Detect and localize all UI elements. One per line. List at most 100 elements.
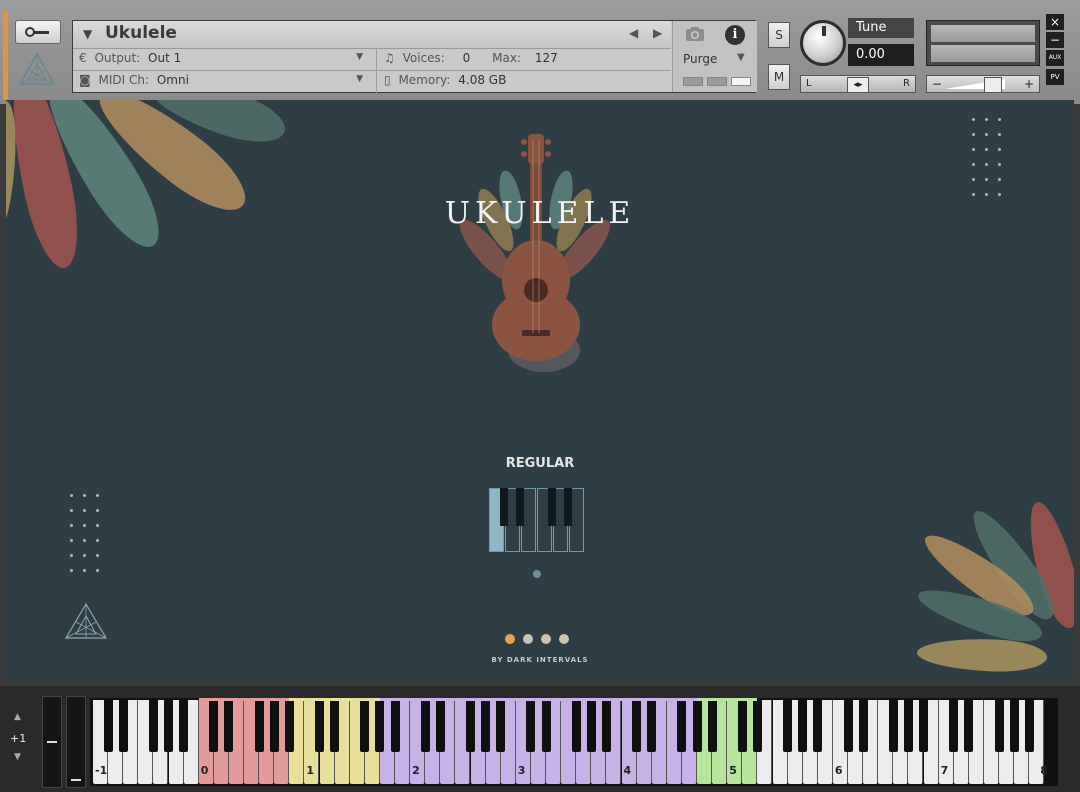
octave-label: 5 xyxy=(729,764,737,777)
black-key[interactable] xyxy=(888,700,898,752)
black-key[interactable] xyxy=(752,700,762,752)
black-key[interactable] xyxy=(843,700,853,752)
midi-channel-selector[interactable]: ◙ MIDI Ch: Omni ▼ xyxy=(79,73,369,93)
black-key[interactable] xyxy=(496,700,506,752)
mod-wheel[interactable] xyxy=(66,696,86,788)
page-dot-active[interactable] xyxy=(505,634,515,644)
black-key[interactable] xyxy=(284,700,294,752)
black-key[interactable] xyxy=(435,700,445,752)
black-key[interactable] xyxy=(707,700,717,752)
pan-handle[interactable]: ◂▸ xyxy=(847,77,869,93)
close-button[interactable]: × xyxy=(1046,14,1064,30)
decor-petal xyxy=(916,636,1048,674)
aux-button[interactable]: AUX xyxy=(1046,50,1064,66)
articulation-selector[interactable] xyxy=(489,488,585,554)
solo-button[interactable]: S xyxy=(768,22,790,48)
instrument-name[interactable]: Ukulele xyxy=(105,23,177,43)
black-key[interactable] xyxy=(148,700,158,752)
black-key[interactable] xyxy=(737,700,747,752)
black-key[interactable] xyxy=(315,700,324,752)
purge-indicator xyxy=(731,77,751,86)
instrument-info-panel: ▼ Ukulele ◀ ▶ € Output: Out 1 ▼ ◙ MIDI C… xyxy=(72,20,757,93)
volume-slider[interactable]: − + xyxy=(926,75,1040,93)
black-key[interactable] xyxy=(390,700,400,752)
page-dot[interactable] xyxy=(559,634,569,644)
max-voices-value[interactable]: 127 xyxy=(535,51,558,65)
purge-button[interactable]: Purge xyxy=(683,52,717,66)
black-key[interactable] xyxy=(994,700,1004,752)
black-key[interactable] xyxy=(481,700,491,752)
memory-row: ▯ Memory: 4.08 GB xyxy=(384,73,507,87)
minimize-button[interactable]: − xyxy=(1046,32,1064,48)
pan-slider[interactable]: L ◂▸ R xyxy=(800,75,916,93)
black-key[interactable] xyxy=(1009,700,1019,752)
chevron-down-icon[interactable]: ▼ xyxy=(737,52,745,63)
page-dot[interactable] xyxy=(523,634,533,644)
black-key[interactable] xyxy=(541,700,551,752)
black-key[interactable] xyxy=(858,700,868,752)
black-key[interactable] xyxy=(798,700,808,752)
black-key[interactable] xyxy=(949,700,959,752)
selection-strip xyxy=(3,12,8,100)
black-key[interactable] xyxy=(601,700,611,752)
black-key[interactable] xyxy=(224,700,234,752)
wrench-icon xyxy=(25,27,49,37)
black-key[interactable] xyxy=(330,700,340,752)
voices-row: ♫ Voices: 0 Max: 127 xyxy=(384,51,558,65)
black-key[interactable] xyxy=(586,700,596,752)
pitch-wheel[interactable] xyxy=(42,696,62,788)
black-key[interactable] xyxy=(466,700,475,752)
black-key[interactable] xyxy=(118,700,128,752)
black-key[interactable] xyxy=(813,700,823,752)
camera-icon[interactable] xyxy=(685,26,705,42)
black-key[interactable] xyxy=(269,700,279,752)
piano-keyboard[interactable]: -1 0 1 2 3 4 5 6 7 8 xyxy=(90,698,1058,786)
octave-label: 0 xyxy=(200,764,209,777)
pv-button[interactable]: PV xyxy=(1046,69,1064,85)
black-key[interactable] xyxy=(375,700,385,752)
octave-up-icon[interactable]: ▲ xyxy=(14,712,21,722)
instrument-menu-icon[interactable]: ▼ xyxy=(83,27,92,41)
black-key[interactable] xyxy=(571,700,581,752)
octave-label: 4 xyxy=(623,764,632,777)
developer-credit: BY DARK INTERVALS xyxy=(491,656,589,664)
mode-black-key xyxy=(500,488,508,526)
black-key[interactable] xyxy=(647,700,657,752)
black-key[interactable] xyxy=(360,700,370,752)
wrench-button[interactable] xyxy=(15,20,61,44)
black-key[interactable] xyxy=(677,700,687,752)
chevron-down-icon: ▼ xyxy=(356,52,363,62)
black-key[interactable] xyxy=(903,700,913,752)
ukulele-illustration xyxy=(459,134,611,372)
black-key[interactable] xyxy=(1024,700,1034,752)
black-key[interactable] xyxy=(692,700,702,752)
key-zone-indicator xyxy=(697,698,758,701)
info-icon[interactable]: i xyxy=(725,25,745,45)
page-dot[interactable] xyxy=(541,634,551,644)
keyboard-area: ▲ +1 ▼ -1 0 1 2 3 4 5 6 7 8 xyxy=(0,686,1080,792)
next-instrument-icon[interactable]: ▶ xyxy=(653,26,662,40)
black-key[interactable] xyxy=(919,700,928,752)
black-key[interactable] xyxy=(164,700,173,752)
output-value: Out 1 xyxy=(148,51,182,65)
volume-handle[interactable] xyxy=(984,77,1002,93)
previous-instrument-icon[interactable]: ◀ xyxy=(629,26,638,40)
tune-knob[interactable] xyxy=(800,20,846,66)
black-key[interactable] xyxy=(783,700,793,752)
black-key[interactable] xyxy=(526,700,536,752)
mute-button[interactable]: M xyxy=(768,64,790,90)
black-key[interactable] xyxy=(103,700,113,752)
tune-value[interactable]: 0.00 xyxy=(848,44,914,66)
octave-label: 8 xyxy=(1040,764,1048,777)
black-key[interactable] xyxy=(254,700,264,752)
black-key[interactable] xyxy=(179,700,189,752)
black-key[interactable] xyxy=(632,700,642,752)
octave-down-icon[interactable]: ▼ xyxy=(14,752,21,762)
memory-icon: ▯ xyxy=(384,73,391,87)
black-key[interactable] xyxy=(209,700,219,752)
black-key[interactable] xyxy=(420,700,430,752)
octave-label: 6 xyxy=(834,764,843,777)
black-key[interactable] xyxy=(964,700,974,752)
output-selector[interactable]: € Output: Out 1 ▼ xyxy=(79,51,369,71)
instrument-header: ▼ Ukulele ◀ ▶ € Output: Out 1 ▼ ◙ MIDI C… xyxy=(0,0,1080,104)
